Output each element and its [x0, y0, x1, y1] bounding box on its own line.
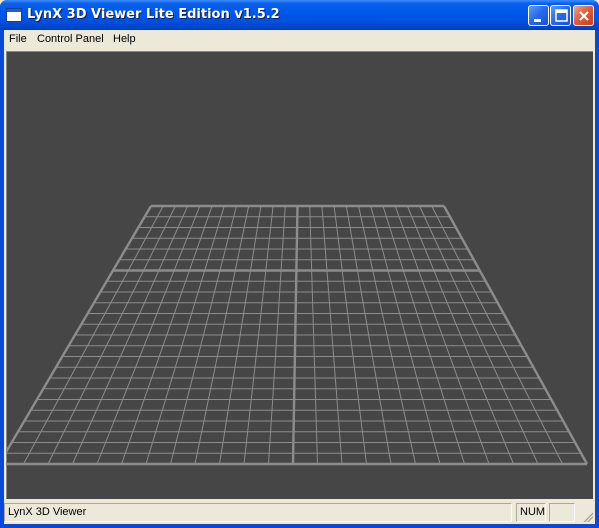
status-bar: LynX 3D Viewer NUM: [4, 501, 595, 524]
app-window: LynX 3D Viewer Lite Edition v1.5.2 File …: [0, 0, 599, 528]
menu-control-panel[interactable]: Control Panel: [37, 33, 104, 47]
ground-grid: [7, 204, 589, 466]
3d-viewport[interactable]: [6, 51, 593, 499]
menu-bar: File Control Panel Help: [4, 30, 595, 49]
num-lock-indicator: NUM: [516, 503, 546, 522]
window-title: LynX 3D Viewer Lite Edition v1.5.2: [27, 7, 280, 22]
menu-help[interactable]: Help: [113, 33, 136, 47]
menu-file[interactable]: File: [9, 33, 27, 47]
maximize-button[interactable]: [550, 5, 571, 26]
status-text: LynX 3D Viewer: [4, 503, 512, 522]
resize-grip-icon[interactable]: [581, 510, 593, 522]
minimize-icon: [534, 19, 541, 22]
client-area: File Control Panel Help LynX 3D Viewer N…: [4, 30, 595, 524]
status-extra-indicator: [549, 503, 575, 522]
close-button[interactable]: [573, 5, 594, 26]
title-bar[interactable]: LynX 3D Viewer Lite Edition v1.5.2: [0, 0, 599, 30]
minimize-button[interactable]: [528, 5, 549, 26]
app-window-icon[interactable]: [6, 8, 22, 22]
close-icon: [579, 11, 589, 21]
maximize-icon: [555, 9, 568, 22]
